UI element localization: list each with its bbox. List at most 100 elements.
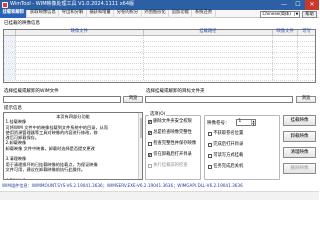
- table-cell: [4, 52, 16, 58]
- mount-dir-input[interactable]: [145, 96, 293, 103]
- mount-dir-label: 选择挂载或解卸的目标文件夹: [146, 89, 205, 94]
- table-cell: [273, 58, 299, 63]
- wim-file-input[interactable]: [3, 96, 121, 103]
- status-bar: WIM组件信息：WIMMOUNT.SYS-V6.2.19041.3636；WIM…: [0, 182, 319, 191]
- unmount-image-button[interactable]: 卸载映像: [283, 131, 316, 142]
- tab-peripheral-gui[interactable]: 外围图形化: [142, 9, 170, 18]
- tips-scrollbar[interactable]: [138, 113, 142, 179]
- tab-capture[interactable]: 捕获和增量: [87, 9, 115, 18]
- tab-split-volumes[interactable]: 分卷的拆分: [114, 9, 142, 18]
- chevron-down-icon: ▼: [294, 12, 299, 17]
- table-body: [4, 36, 315, 81]
- table-cell: [273, 63, 299, 69]
- table-cell: [16, 58, 144, 63]
- window-controls: — ☐ ✕: [277, 0, 319, 10]
- minimize-button[interactable]: —: [277, 0, 291, 10]
- table-cell: [4, 36, 16, 41]
- option-check-and-save[interactable]: 检查完整性并保存映像: [148, 141, 197, 147]
- table-cell: [144, 47, 274, 52]
- table-cell: [273, 41, 299, 47]
- option-always-check-integrity[interactable]: ✔ 总是检查映像完整性: [148, 130, 192, 136]
- table-cell: [16, 75, 144, 80]
- option-label: 完成后打开目录: [213, 142, 244, 147]
- options-legend: 选项(O): [149, 112, 167, 118]
- tips-content: 本页有四部分功能 1.挂载映像 可将WIM 文件中的映像挂载到文件系统中的目录，从而…: [6, 114, 141, 179]
- close-button[interactable]: ✕: [305, 0, 319, 10]
- table-cell: [16, 63, 144, 69]
- option-precheck-mount[interactable]: 执行挂载前的检查: [148, 163, 188, 169]
- window-title: WimTool - WIM映像处理工具 V1.0.2024.1111 x64版: [10, 1, 135, 8]
- table-cell: [298, 36, 315, 41]
- mounted-images-table[interactable]: 映像文件 挂载路径 映像文件 可写: [3, 29, 316, 83]
- table-cell: [298, 75, 315, 80]
- image-index-value: 1: [238, 119, 242, 125]
- tab-image-info[interactable]: 获取映像信息: [27, 9, 60, 18]
- table-cell: [298, 53, 315, 58]
- option-open-dir-when-done[interactable]: 完成后打开目录: [208, 142, 244, 148]
- maximize-button[interactable]: ☐: [291, 0, 305, 10]
- language-select[interactable]: Chinese(简体) ▼: [260, 11, 300, 18]
- help-button[interactable]: 帮助: [302, 11, 317, 18]
- tips-scrollbar-thumb[interactable]: [139, 118, 142, 138]
- image-index-label: 映像卷号：: [207, 121, 230, 126]
- table-cell: [144, 52, 274, 58]
- column-header-image-file[interactable]: 映像文件: [16, 29, 144, 35]
- mount-image-button[interactable]: 挂载映像: [283, 115, 316, 126]
- column-header-mount-path[interactable]: 挂载路径: [144, 29, 274, 35]
- tab-system-restore[interactable]: 系统还原: [192, 9, 216, 18]
- table-cell: [298, 58, 315, 63]
- checkbox-icon: [148, 142, 152, 147]
- option-label: 删除文件夹安全权限: [153, 119, 192, 124]
- table-cell: [4, 63, 16, 69]
- option-label: 检查完整性并保存映像: [153, 141, 197, 146]
- table-cell: [144, 63, 274, 69]
- table-cell: [144, 36, 274, 41]
- option-shutdown-when-done[interactable]: 任务完成后关机: [208, 164, 244, 170]
- option-read-write-mount[interactable]: 可读写方式挂载: [208, 153, 244, 159]
- option-label: 仅在卸载后打开目录: [153, 152, 192, 157]
- table-cell: [273, 52, 299, 58]
- table-cell: [273, 75, 299, 80]
- column-header-index[interactable]: [4, 30, 16, 35]
- spinner-arrows-icon[interactable]: ▲ ▼: [251, 119, 255, 126]
- tab-mount[interactable]: 挂载和解卸: [0, 9, 28, 18]
- option-label: 执行挂载前的检查: [153, 163, 188, 168]
- wim-browse-button[interactable]: 浏览: [123, 96, 143, 103]
- tips-line: 4.删除映像: [6, 178, 141, 179]
- tips-textbox[interactable]: 本页有四部分功能 1.挂载映像 可将WIM 文件中的映像挂载到文件系统中的目录，从而…: [3, 112, 143, 180]
- app-icon: [2, 2, 8, 8]
- checkbox-icon: [208, 143, 212, 148]
- tab-extra-functions[interactable]: 追加功能: [169, 9, 193, 18]
- option-open-after-unmount[interactable]: ✔ 仅在卸载后打开目录: [148, 152, 192, 158]
- table-cell: [298, 47, 315, 52]
- column-header-image-file-2[interactable]: 映像文件: [273, 29, 299, 35]
- checkbox-icon: ✔: [148, 130, 152, 136]
- dir-browse-button[interactable]: 浏览: [296, 96, 316, 103]
- cleanup-image-button[interactable]: 清理映像: [283, 147, 316, 158]
- table-cell: [273, 47, 299, 52]
- table-row[interactable]: [4, 75, 315, 81]
- option-no-volume-name[interactable]: 不获取卷名位置: [208, 131, 244, 137]
- checkbox-icon: ✔: [148, 119, 152, 125]
- image-index-spinner[interactable]: 1 ▲ ▼: [236, 119, 256, 126]
- column-header-writable[interactable]: 可写: [298, 29, 315, 35]
- table-cell: [16, 69, 144, 75]
- table-cell: [144, 41, 274, 47]
- option-remove-security[interactable]: ✔ 删除文件夹安全权限: [148, 119, 192, 125]
- table-cell: [4, 75, 16, 80]
- mounted-section-label: 已挂载的映像信息: [4, 21, 40, 26]
- table-cell: [273, 69, 299, 75]
- option-label: 可读写方式挂载: [213, 153, 244, 158]
- table-cell: [16, 36, 144, 41]
- table-cell: [298, 64, 315, 69]
- table-cell: [144, 58, 274, 63]
- delete-image-button[interactable]: 删除映像: [283, 163, 316, 174]
- bottom-strip: [0, 191, 319, 200]
- option-label: 不获取卷名位置: [213, 131, 244, 136]
- language-value: Chinese(简体): [262, 10, 291, 16]
- checkbox-icon: [208, 154, 212, 159]
- checkbox-icon: [208, 132, 212, 137]
- table-cell: [298, 42, 315, 47]
- option-label: 任务完成后关机: [213, 164, 244, 169]
- tab-export-split[interactable]: 导出和分解: [59, 9, 87, 18]
